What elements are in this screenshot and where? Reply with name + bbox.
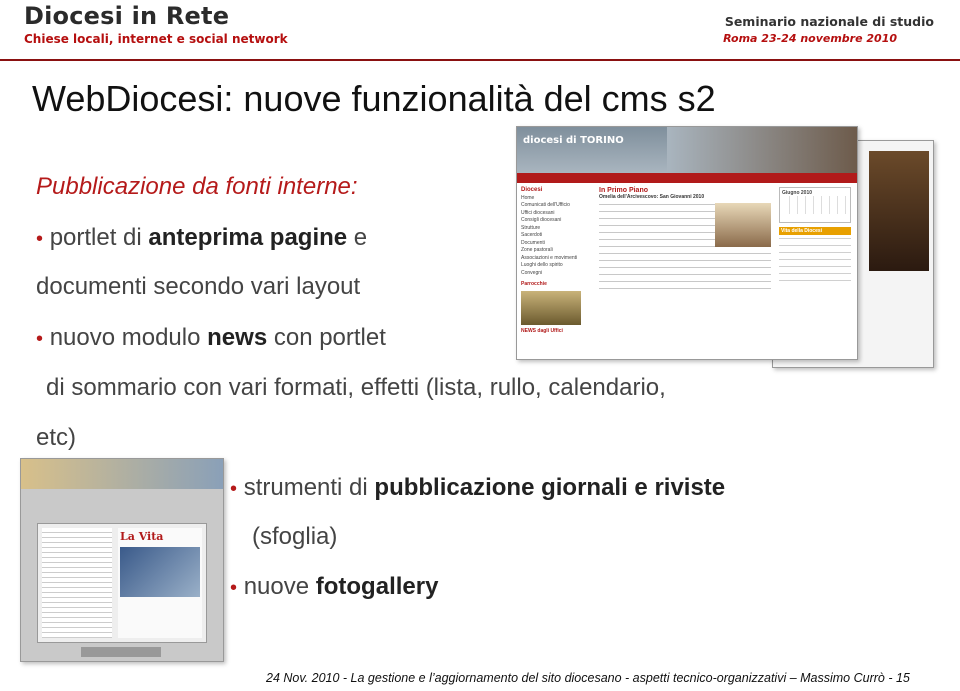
site-menu-item[interactable]: Home xyxy=(521,195,595,203)
bell-image xyxy=(521,290,581,325)
viewer-toolbar[interactable] xyxy=(81,647,161,657)
site-menu-title: Diocesi xyxy=(521,187,543,193)
viewer-right-page: La Vita xyxy=(118,528,202,638)
bullet-journals-cont: (sfoglia) xyxy=(252,523,338,550)
bullet-news-module-cont2: etc) xyxy=(36,424,77,451)
site-menu-item[interactable]: Convegni xyxy=(521,270,595,278)
brand-title: Diocesi in Rete xyxy=(24,2,230,30)
vita-diocesi-lines xyxy=(779,235,851,285)
site-menu-item[interactable]: Zone pastorali xyxy=(521,247,595,255)
site-menu-list: Home Comunicati dell'Ufficio Uffici dioces… xyxy=(521,195,595,278)
site-article-title: Omelia dell'Arcivescovo: San Giovanni 20… xyxy=(599,194,705,200)
bullet-news-module-cont: di sommario con vari formati, effetti (l… xyxy=(46,374,666,401)
site-sidebar: Diocesi Home Comunicati dell'Ufficio Uffic… xyxy=(521,187,595,335)
site-menu-item[interactable]: Luoghi dello spirito xyxy=(521,262,595,270)
bullet-news-module: • nuovo modulo news con portlet xyxy=(36,324,386,351)
site-menu-item[interactable]: Sacerdoti xyxy=(521,232,595,240)
article-photo xyxy=(715,203,771,247)
bullet-preview-pages: • portlet di anteprima pagine e xyxy=(36,224,368,251)
section-subtitle: Pubblicazione da fonti interne: xyxy=(36,173,358,200)
site-menu-item[interactable]: Documenti xyxy=(521,240,595,248)
bullet-fotogallery: • nuove fotogallery xyxy=(230,573,439,600)
site-primo-piano: In Primo Piano xyxy=(599,187,649,194)
site-nav-bar xyxy=(517,173,857,183)
site-menu-item[interactable]: Uffici diocesani xyxy=(521,210,595,218)
viewer-header xyxy=(21,459,223,489)
site-parrocchie: Parrocchie xyxy=(521,281,547,287)
calendar-grid xyxy=(782,196,848,214)
bullet-journals: • strumenti di pubblicazione giornali e … xyxy=(230,474,726,501)
magazine-viewer-screenshot: La Vita xyxy=(20,458,224,662)
bullet-preview-pages-cont: documenti secondo vari layout xyxy=(36,273,361,300)
bullet-dot-icon: • xyxy=(36,228,44,250)
slide-title: WebDiocesi: nuove funzionalità del cms s… xyxy=(32,78,716,119)
calendar-box: Giugno 2010 xyxy=(779,187,851,223)
magazine-name: La Vita xyxy=(120,530,164,543)
bullet-dot-icon: • xyxy=(230,577,238,599)
site-menu-item[interactable]: Consigli diocesani xyxy=(521,217,595,225)
header-rule xyxy=(0,59,960,61)
back-photo xyxy=(869,151,929,271)
vita-diocesi-heading: Vita della Diocesi xyxy=(779,227,851,235)
site-news-heading: NEWS dagli Uffici xyxy=(521,327,563,334)
site-menu-item[interactable]: Strutture xyxy=(521,225,595,233)
viewer-page-area: La Vita xyxy=(37,523,207,643)
website-screenshot: diocesi di TORINO Diocesi Home Comunicati… xyxy=(516,126,858,360)
magazine-cover-photo xyxy=(120,547,200,597)
brand-subtitle: Chiese locali, internet e social network xyxy=(24,32,288,46)
seminar-title: Seminario nazionale di studio xyxy=(724,14,934,29)
site-menu-item[interactable]: Associazioni e movimenti xyxy=(521,255,595,263)
bullet-dot-icon: • xyxy=(230,478,238,500)
site-header: diocesi di TORINO xyxy=(517,127,857,173)
site-menu-item[interactable]: Comunicati dell'Ufficio xyxy=(521,202,595,210)
site-right-column: Giugno 2010 Vita della Diocesi xyxy=(779,187,851,285)
bullet-dot-icon: • xyxy=(36,328,44,350)
viewer-left-page xyxy=(42,528,112,638)
site-main: In Primo Piano Omelia dell'Arcivescovo: … xyxy=(599,187,771,291)
footer-text: 24 Nov. 2010 - La gestione e l’aggiornam… xyxy=(266,671,910,685)
seminar-subtitle: Roma 23-24 novembre 2010 xyxy=(723,32,897,45)
site-header-photo xyxy=(667,127,857,173)
site-logo: diocesi di TORINO xyxy=(523,135,624,146)
